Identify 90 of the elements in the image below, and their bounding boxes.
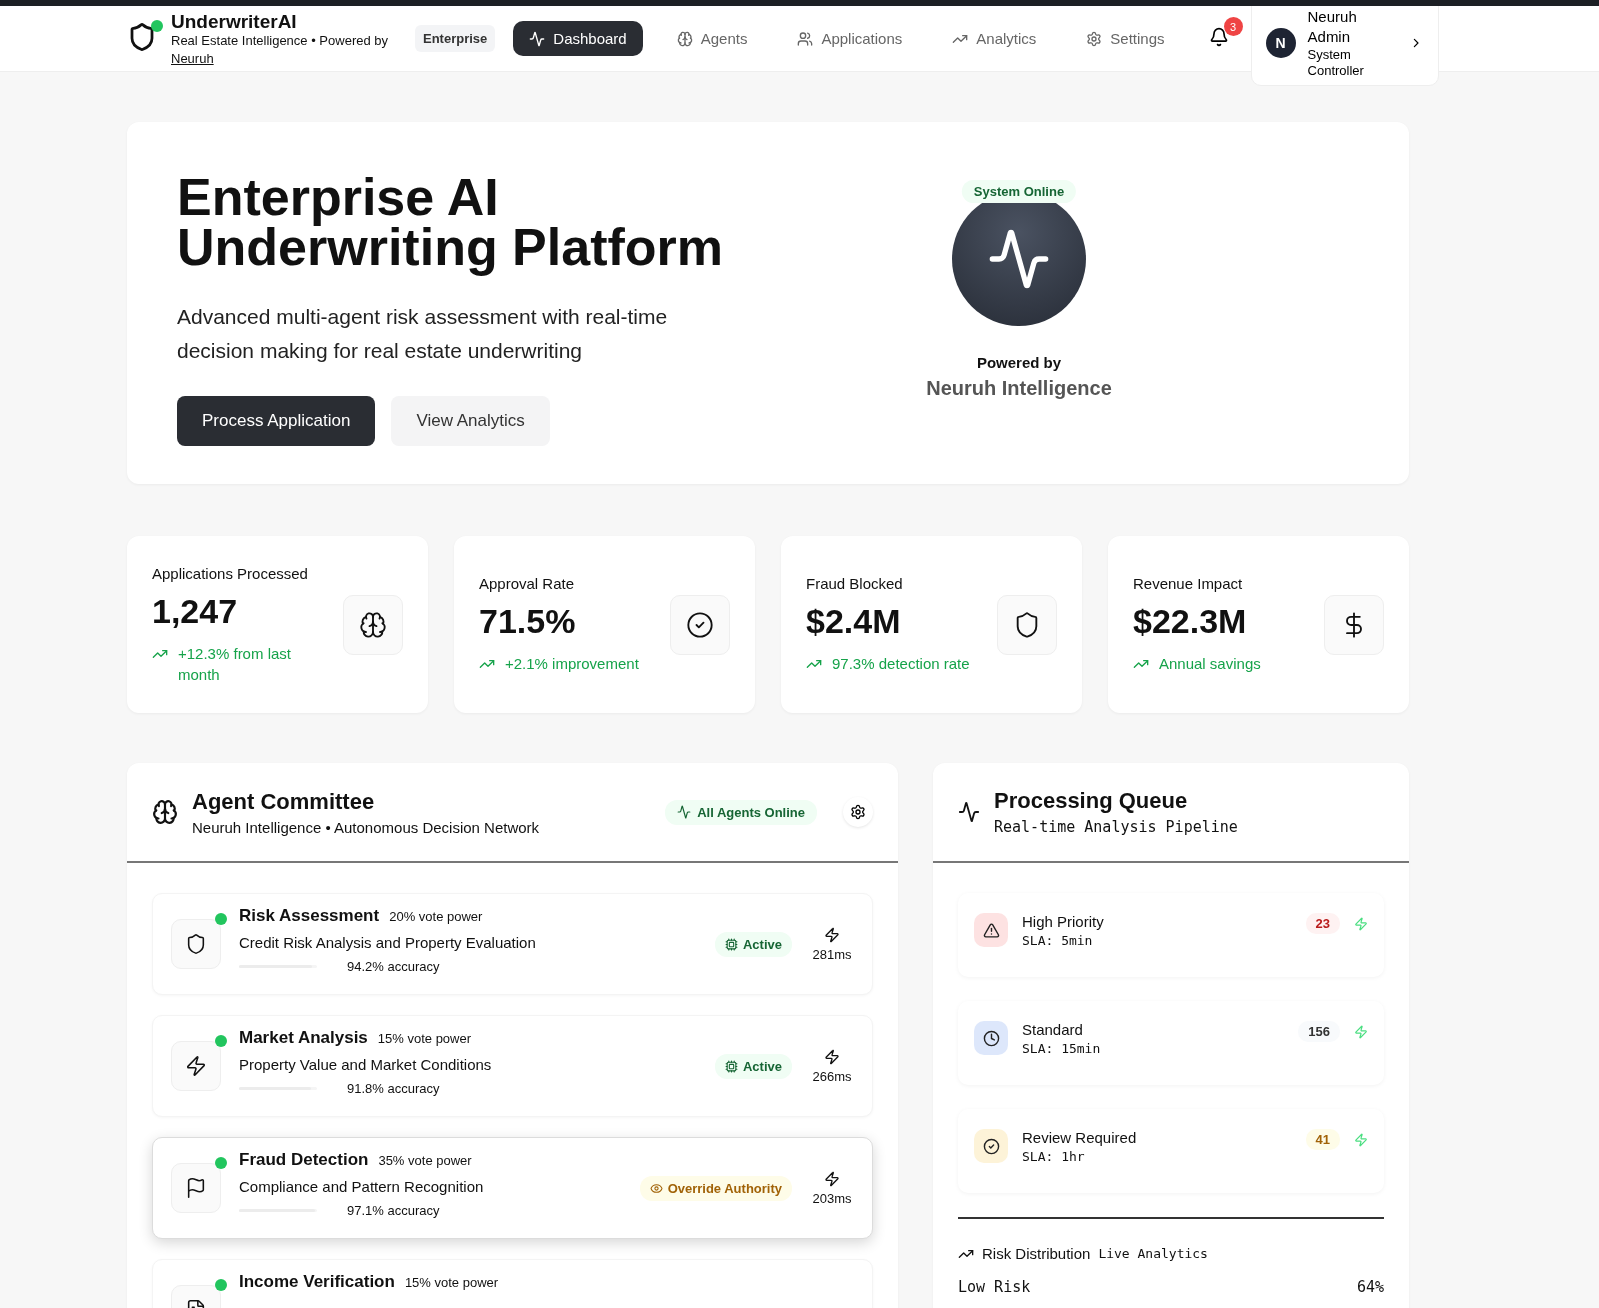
panel-title: Agent Committee (192, 788, 376, 815)
user-name: Neuruh Admin (1307, 7, 1358, 47)
nav-tab[interactable]: Agents (660, 21, 764, 56)
panel-title: Processing Queue (994, 788, 1189, 814)
queue-sla: SLA: 5min (1022, 933, 1094, 948)
agent-name: Income Verification (239, 1272, 395, 1291)
warning-icon (982, 921, 1000, 939)
lightning-icon (1354, 1133, 1368, 1147)
view-analytics-button[interactable]: View Analytics (391, 396, 550, 446)
stat-change: +12.3% from last month (178, 643, 292, 685)
check-circle-icon (686, 610, 714, 639)
stat-value: 1,247 (152, 591, 239, 631)
stat-value: $22.3M (1133, 602, 1248, 641)
vote-power: 20% vote power (389, 909, 483, 924)
user-role: System Controller (1307, 47, 1365, 79)
plan-badge: Enterprise (415, 25, 496, 52)
panel-subtitle: Neuruh Intelligence • Autonomous Decision Network (192, 818, 540, 836)
queue-name: High Priority (1022, 913, 1104, 930)
stat-label: Approval Rate (479, 575, 576, 592)
accuracy-text: 97.1% accuracy (347, 1203, 440, 1218)
lightning-icon (1354, 917, 1368, 931)
agent-description: Credit Risk Analysis and Property Evaluation (239, 934, 537, 951)
risk-value: 64% (1356, 1278, 1384, 1296)
lightning-icon (185, 1055, 207, 1077)
pulse-icon (987, 227, 1051, 291)
stat-change: Annual savings (1159, 654, 1261, 674)
hero-subtitle: Advanced multi-agent risk assessment with real-time decision making for real estate underwriting (177, 304, 669, 364)
vote-power: 15% vote power (377, 1031, 472, 1046)
lightning-icon (1354, 1025, 1368, 1039)
vote-power: 15% vote power (404, 1275, 499, 1290)
settings-icon (850, 804, 866, 820)
latency-text: 266ms (812, 1068, 852, 1084)
queue-count: 156 (1298, 1021, 1340, 1042)
agent-status-badge: Override Authority (639, 1175, 792, 1201)
brain-icon (152, 799, 178, 825)
nav-tab[interactable]: Analytics (936, 21, 1053, 56)
accuracy-text: 91.8% accuracy (347, 1081, 440, 1096)
section-subtitle: Live Analytics (1098, 1246, 1208, 1261)
brain-icon (359, 610, 387, 639)
agent-status-badge: Active (714, 1053, 792, 1079)
powered-name: Neuruh Intelligence (926, 377, 1112, 400)
stat-value: 71.5% (479, 602, 577, 641)
stat-label: Revenue Impact (1133, 575, 1244, 592)
brand-link[interactable]: Neuruh (171, 50, 214, 66)
nav-tab[interactable]: Applications (781, 21, 919, 56)
shield-icon (185, 933, 207, 955)
queue-count: 41 (1305, 1129, 1340, 1150)
check-circle-icon (982, 1137, 1000, 1155)
process-application-button[interactable]: Process Application (177, 396, 376, 446)
brand-name: UnderwriterAI (171, 10, 298, 33)
lightning-icon (824, 1048, 840, 1065)
powered-label: Powered by (976, 354, 1062, 371)
queue-name: Standard (1022, 1021, 1084, 1038)
stat-label: Fraud Blocked (806, 575, 904, 592)
settings-button[interactable] (843, 797, 873, 827)
stat-label: Applications Processed (152, 564, 309, 582)
queue-count: 23 (1305, 913, 1340, 934)
stat-change: 97.3% detection rate (832, 654, 970, 674)
pulse-icon (958, 801, 980, 823)
vote-power: 35% vote power (378, 1153, 472, 1168)
agent-name: Fraud Detection (239, 1150, 369, 1169)
agent-name: Risk Assessment (239, 906, 380, 925)
notification-count: 3 (1223, 17, 1243, 36)
agent-name: Market Analysis (239, 1028, 368, 1047)
agent-description: Compliance and Pattern Recognition (239, 1178, 485, 1195)
stat-change: +2.1% improvement (505, 654, 639, 674)
panel-subtitle: Real-time Analysis Pipeline (994, 818, 1238, 836)
risk-label: Low Risk (958, 1278, 1031, 1296)
section-title: Risk Distribution (982, 1245, 1091, 1262)
flag-icon (185, 1177, 207, 1199)
status-pill: System Online (961, 180, 1077, 203)
user-avatar: N (1265, 28, 1296, 58)
latency-text: 203ms (812, 1190, 852, 1206)
clock-icon (982, 1029, 1000, 1047)
agent-status-badge: Active (714, 931, 792, 957)
nav-tab[interactable]: Settings (1070, 21, 1181, 56)
agents-online-badge: All Agents Online (665, 799, 817, 825)
queue-name: Review Required (1022, 1129, 1137, 1146)
bell-icon (1208, 27, 1229, 47)
agent-description: Property Value and Market Conditions (239, 1056, 493, 1073)
user-menu[interactable]: N Neuruh Admin System Controller (1250, 6, 1439, 86)
lightning-icon (824, 1170, 840, 1187)
latency-text: 281ms (812, 946, 852, 962)
lightning-icon (824, 926, 840, 943)
queue-sla: SLA: 15min (1022, 1041, 1101, 1056)
queue-sla: SLA: 1hr (1022, 1149, 1086, 1164)
brand-tagline: Real Estate Intelligence • Powered by (171, 32, 388, 49)
nav-tab[interactable]: Dashboard (513, 21, 643, 56)
stat-value: $2.4M (806, 602, 902, 641)
accuracy-text: 94.2% accuracy (347, 959, 440, 974)
